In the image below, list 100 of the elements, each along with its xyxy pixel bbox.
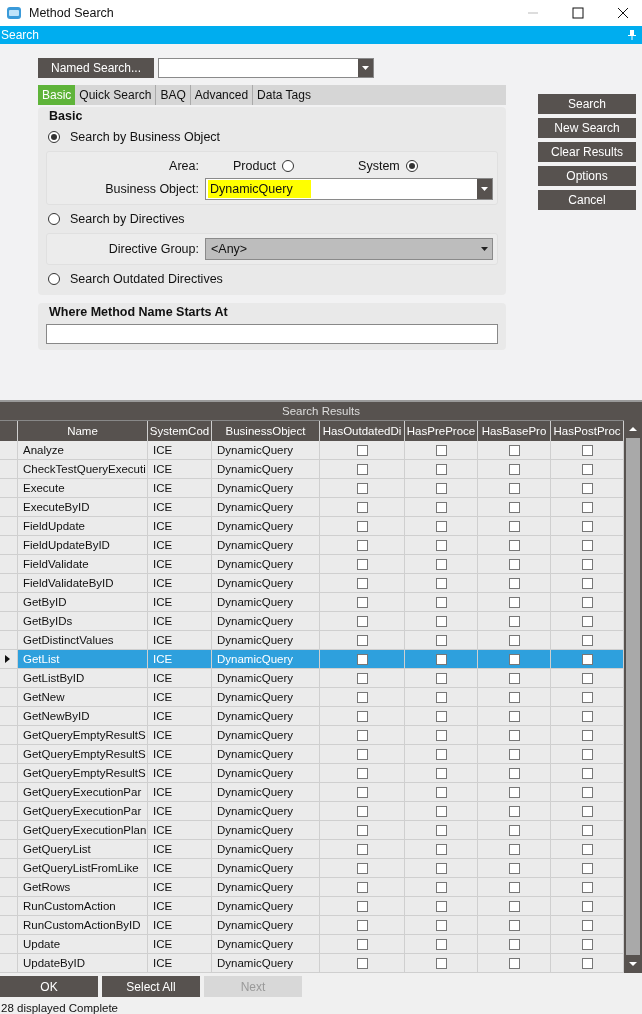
checkbox[interactable] (508, 767, 520, 779)
checkbox[interactable] (356, 919, 368, 931)
checkbox[interactable] (356, 824, 368, 836)
checkbox[interactable] (356, 672, 368, 684)
radio-button[interactable] (48, 273, 60, 285)
checkbox[interactable] (581, 634, 593, 646)
table-row[interactable]: GetQueryEmptyResultS ICE DynamicQuery (0, 745, 624, 764)
checkbox[interactable] (435, 957, 447, 969)
table-row[interactable]: FieldUpdateByID ICE DynamicQuery (0, 536, 624, 555)
checkbox[interactable] (581, 938, 593, 950)
checkbox[interactable] (508, 710, 520, 722)
checkbox[interactable] (508, 615, 520, 627)
checkbox[interactable] (508, 653, 520, 665)
checkbox[interactable] (508, 824, 520, 836)
action-button[interactable]: New Search (538, 118, 636, 138)
checkbox[interactable] (581, 729, 593, 741)
checkbox[interactable] (581, 520, 593, 532)
table-row[interactable]: GetQueryEmptyResultS ICE DynamicQuery (0, 726, 624, 745)
tab[interactable]: Quick Search (75, 85, 157, 105)
checkbox[interactable] (581, 539, 593, 551)
checkbox[interactable] (508, 957, 520, 969)
checkbox[interactable] (435, 710, 447, 722)
table-row[interactable]: Execute ICE DynamicQuery (0, 479, 624, 498)
checkbox[interactable] (435, 520, 447, 532)
checkbox[interactable] (581, 786, 593, 798)
checkbox[interactable] (435, 482, 447, 494)
checkbox[interactable] (581, 805, 593, 817)
checkbox[interactable] (435, 729, 447, 741)
checkbox[interactable] (356, 786, 368, 798)
action-button[interactable]: Clear Results (538, 142, 636, 162)
checkbox[interactable] (356, 729, 368, 741)
checkbox[interactable] (581, 444, 593, 456)
checkbox[interactable] (435, 501, 447, 513)
named-search-dropdown[interactable] (158, 58, 374, 78)
checkbox[interactable] (356, 558, 368, 570)
checkbox[interactable] (508, 482, 520, 494)
radio-button[interactable] (282, 160, 295, 172)
table-row[interactable]: FieldValidate ICE DynamicQuery (0, 555, 624, 574)
table-row[interactable]: GetDistinctValues ICE DynamicQuery (0, 631, 624, 650)
checkbox[interactable] (508, 539, 520, 551)
table-row[interactable]: GetNewByID ICE DynamicQuery (0, 707, 624, 726)
business-object-dropdown[interactable]: DynamicQuery (205, 178, 493, 200)
checkbox[interactable] (356, 577, 368, 589)
checkbox[interactable] (356, 843, 368, 855)
table-row[interactable]: GetByIDs ICE DynamicQuery (0, 612, 624, 631)
table-row[interactable]: GetRows ICE DynamicQuery (0, 878, 624, 897)
checkbox[interactable] (581, 501, 593, 513)
table-row[interactable]: GetByID ICE DynamicQuery (0, 593, 624, 612)
checkbox[interactable] (435, 900, 447, 912)
checkbox[interactable] (435, 786, 447, 798)
action-button[interactable]: Search (538, 94, 636, 114)
table-row[interactable]: GetQueryExecutionPlan ICE DynamicQuery (0, 821, 624, 840)
checkbox[interactable] (356, 463, 368, 475)
checkbox[interactable] (356, 634, 368, 646)
checkbox[interactable] (508, 691, 520, 703)
table-row[interactable]: GetNew ICE DynamicQuery (0, 688, 624, 707)
method-name-field[interactable] (46, 324, 498, 344)
checkbox[interactable] (356, 805, 368, 817)
tab[interactable]: Data Tags (253, 85, 315, 105)
checkbox[interactable] (435, 919, 447, 931)
table-row[interactable]: RunCustomAction ICE DynamicQuery (0, 897, 624, 916)
checkbox[interactable] (508, 577, 520, 589)
checkbox[interactable] (356, 938, 368, 950)
checkbox[interactable] (508, 501, 520, 513)
checkbox[interactable] (508, 596, 520, 608)
checkbox[interactable] (508, 900, 520, 912)
checkbox[interactable] (356, 501, 368, 513)
checkbox[interactable] (581, 596, 593, 608)
table-row[interactable]: ExecuteByID ICE DynamicQuery (0, 498, 624, 517)
tab[interactable]: BAQ (156, 85, 191, 105)
radio-button[interactable] (405, 160, 418, 172)
checkbox[interactable] (435, 881, 447, 893)
table-row[interactable]: GetListByID ICE DynamicQuery (0, 669, 624, 688)
checkbox[interactable] (508, 729, 520, 741)
checkbox[interactable] (508, 843, 520, 855)
table-row[interactable]: GetQueryExecutionPar ICE DynamicQuery (0, 783, 624, 802)
checkbox[interactable] (356, 653, 368, 665)
checkbox[interactable] (581, 767, 593, 779)
checkbox[interactable] (508, 748, 520, 760)
checkbox[interactable] (581, 881, 593, 893)
checkbox[interactable] (581, 691, 593, 703)
checkbox[interactable] (435, 843, 447, 855)
checkbox[interactable] (508, 672, 520, 684)
checkbox[interactable] (508, 938, 520, 950)
checkbox[interactable] (435, 615, 447, 627)
checkbox[interactable] (508, 444, 520, 456)
checkbox[interactable] (435, 748, 447, 760)
named-search-button[interactable]: Named Search... (38, 58, 154, 78)
close-icon[interactable] (617, 7, 629, 19)
checkbox[interactable] (435, 824, 447, 836)
checkbox[interactable] (508, 881, 520, 893)
checkbox[interactable] (581, 653, 593, 665)
checkbox[interactable] (356, 444, 368, 456)
checkbox[interactable] (508, 919, 520, 931)
checkbox[interactable] (356, 520, 368, 532)
checkbox[interactable] (581, 463, 593, 475)
checkbox[interactable] (581, 900, 593, 912)
checkbox[interactable] (435, 634, 447, 646)
checkbox[interactable] (435, 767, 447, 779)
checkbox[interactable] (508, 520, 520, 532)
